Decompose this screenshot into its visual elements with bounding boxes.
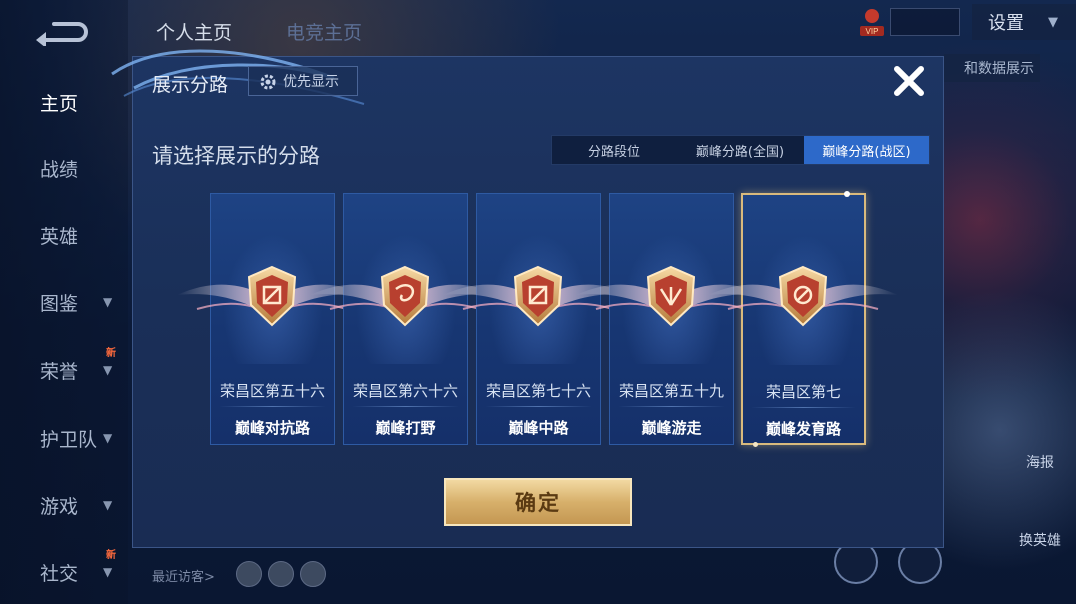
vip-info-panel[interactable]: [890, 8, 960, 36]
sidebar-item-label: 主页: [40, 92, 79, 115]
chevron-down-icon: ▼: [1048, 14, 1058, 30]
sidebar-item[interactable]: 英雄: [0, 215, 128, 255]
recent-visitors-link[interactable]: 最近访客>: [152, 566, 215, 585]
chevron-down-icon: ▼: [103, 498, 113, 512]
segment-lane-rank[interactable]: 分路段位: [552, 136, 676, 164]
new-badge: 新: [106, 348, 116, 359]
adc-target-icon: [708, 265, 898, 327]
background-data-display-tab: 和数据展示: [944, 54, 1040, 82]
gear-icon: [260, 74, 276, 90]
divider: [618, 406, 725, 407]
sidebar-item-label: 社交: [40, 562, 79, 585]
sidebar-item-label: 图鉴: [40, 292, 79, 315]
sidebar-item[interactable]: 游戏 ▼: [0, 485, 128, 525]
lane-card-server: 荣昌区第六十六: [352, 382, 458, 400]
priority-display-label: 优先显示: [283, 74, 339, 90]
new-badge: 新: [106, 550, 116, 561]
divider: [751, 407, 856, 408]
sidebar-item-label: 战绩: [40, 158, 79, 181]
swap-hero-button[interactable]: 换英雄: [1008, 530, 1072, 550]
poster-button[interactable]: 海报: [1010, 452, 1070, 472]
chevron-down-icon: ▼: [103, 565, 113, 579]
chevron-down-icon: ▼: [103, 363, 113, 377]
chevron-down-icon: ▼: [103, 431, 113, 445]
sidebar-item-label: 英雄: [40, 225, 79, 248]
settings-label: 设置: [988, 13, 1024, 34]
segment-peak-lane-region[interactable]: 巅峰分路(战区): [804, 136, 929, 164]
sidebar-item[interactable]: 主页: [0, 82, 128, 122]
visitor-avatar[interactable]: [268, 561, 294, 587]
sidebar-item[interactable]: 护卫队 ▼: [0, 418, 128, 458]
back-arrow-icon[interactable]: [32, 18, 88, 46]
segment-peak-lane-national[interactable]: 巅峰分路(全国): [676, 136, 804, 164]
divider: [219, 406, 326, 407]
lane-card-role: 巅峰打野: [375, 419, 436, 437]
lane-card-server: 荣昌区第五十九: [618, 382, 724, 400]
sidebar-item[interactable]: 图鉴 ▼: [0, 282, 128, 322]
sidebar-item[interactable]: 战绩: [0, 148, 128, 188]
lane-card-server: 荣昌区第五十六: [219, 382, 325, 400]
lane-card-role: 巅峰对抗路: [234, 419, 310, 437]
dialog-title: 展示分路: [152, 74, 229, 96]
sidebar-item-label: 荣誉: [40, 360, 79, 383]
visitor-avatar[interactable]: [236, 561, 262, 587]
sidebar-item-label: 护卫队: [40, 428, 98, 451]
divider: [352, 406, 459, 407]
confirm-button[interactable]: 确定: [444, 478, 632, 526]
sidebar-item-label: 游戏: [40, 495, 79, 518]
selection-sparkle: [753, 442, 758, 447]
lane-card-server: 荣昌区第七十六: [485, 382, 591, 400]
sidebar-item[interactable]: 社交 ▼ 新: [0, 550, 128, 592]
lane-card-role: 巅峰中路: [508, 419, 569, 437]
left-sidebar: 主页 战绩 英雄 图鉴 ▼ 荣誉 ▼ 新护卫队 ▼ 游戏 ▼ 社交 ▼ 新: [0, 0, 128, 604]
tab-esports-home[interactable]: 电竞主页: [286, 18, 362, 45]
settings-button[interactable]: 设置 ▼: [972, 4, 1076, 40]
lane-source-segmented-control: 分路段位 巅峰分路(全国) 巅峰分路(战区): [551, 135, 930, 165]
chevron-down-icon: ▼: [103, 295, 113, 309]
sidebar-item[interactable]: 荣誉 ▼ 新: [0, 348, 128, 390]
close-icon[interactable]: [892, 64, 926, 98]
select-lane-heading: 请选择展示的分路: [152, 144, 320, 168]
priority-display-button[interactable]: 优先显示: [248, 66, 358, 96]
lane-card-role: 巅峰发育路: [765, 420, 841, 438]
lane-card-server: 荣昌区第七: [765, 383, 841, 401]
visitor-avatar[interactable]: [300, 561, 326, 587]
divider: [485, 406, 592, 407]
tab-personal-home[interactable]: 个人主页: [156, 18, 232, 45]
selection-sparkle: [844, 191, 850, 197]
vip-label: VIP: [866, 27, 879, 36]
vip-badge-icon: VIP: [860, 9, 884, 36]
lane-card-role: 巅峰游走: [641, 419, 702, 437]
